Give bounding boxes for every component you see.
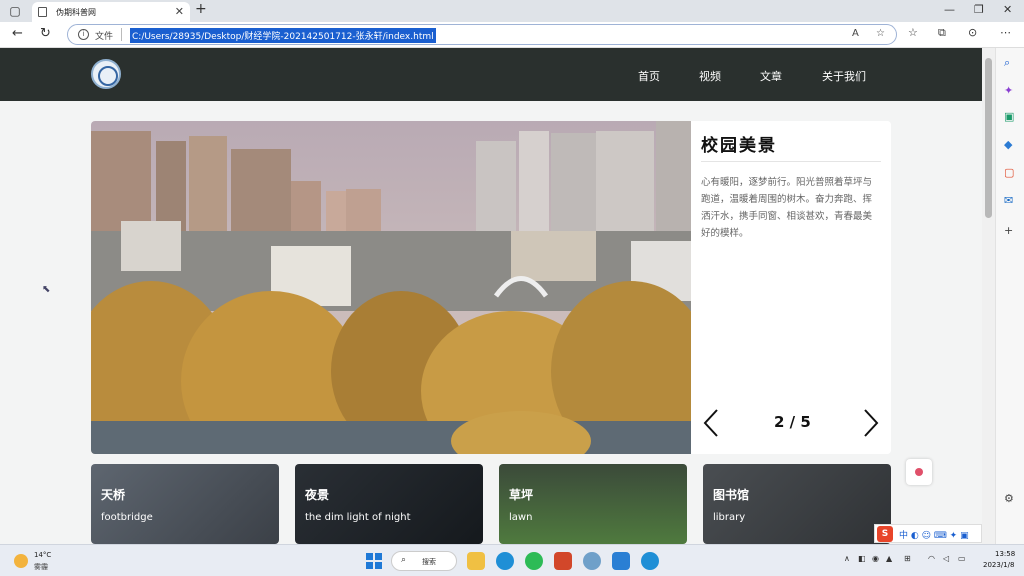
hero-info-panel: 校园美景 心有暖阳，逐梦前行。阳光普照着草坪与跑道，温暖着周围的树木。奋力奔跑、… <box>691 121 891 454</box>
read-aloud-icon[interactable]: A <box>852 28 859 39</box>
hero-carousel: 校园美景 心有暖阳，逐梦前行。阳光普照着草坪与跑道，温暖着周围的树木。奋力奔跑、… <box>91 121 891 454</box>
maximize-button[interactable]: ❐ <box>974 3 984 16</box>
web-page: 首页 视频 文章 关于我们 校园美景 心有暖阳，逐梦前行。阳光普照着草坪与跑道，… <box>0 48 982 544</box>
card-footbridge[interactable]: 天桥 footbridge <box>91 464 279 544</box>
favorite-star-icon[interactable]: ☆ <box>876 28 885 39</box>
url-field[interactable]: i 文件 C:/Users/28935/Desktop/财经学院-2021425… <box>67 24 897 45</box>
card-image <box>499 464 687 544</box>
tools-icon[interactable]: ▣ <box>1004 110 1014 123</box>
wifi-icon[interactable]: ◠ <box>928 554 935 563</box>
card-lawn[interactable]: 草坪 lawn <box>499 464 687 544</box>
show-hidden-icon[interactable]: ∧ <box>844 554 850 563</box>
taskbar-search[interactable]: ⌕ 搜索 <box>391 551 457 571</box>
powerpoint-icon[interactable] <box>554 552 572 570</box>
search-icon: ⌕ <box>401 555 407 565</box>
info-icon[interactable]: i <box>78 29 89 40</box>
mouse-cursor-icon: ⬉ <box>42 284 51 295</box>
close-window-button[interactable]: ✕ <box>1003 3 1012 16</box>
sogou-icon: S <box>877 526 893 542</box>
title-divider <box>701 161 881 162</box>
page-icon <box>38 7 47 17</box>
nav-about[interactable]: 关于我们 <box>822 68 866 84</box>
sidebar-settings-icon[interactable]: ⚙ <box>1004 492 1014 505</box>
nav-video[interactable]: 视频 <box>699 68 721 84</box>
battery-icon[interactable]: ▭ <box>958 554 966 563</box>
collections-icon[interactable]: ⧉ <box>938 26 946 40</box>
address-bar: ← ↻ i 文件 C:/Users/28935/Desktop/财经学院-202… <box>0 22 1024 48</box>
record-button[interactable] <box>906 459 932 485</box>
outlook-icon[interactable]: ✉ <box>1004 194 1013 207</box>
card-subtitle: footbridge <box>101 512 153 523</box>
games-icon[interactable]: ◆ <box>1004 138 1012 151</box>
tray-app-icon[interactable]: ◧ <box>858 554 866 563</box>
new-tab-button[interactable]: + <box>195 1 207 17</box>
hero-description: 心有暖阳，逐梦前行。阳光普照着草坪与跑道，温暖着周围的树木。奋力奔跑、挥洒汗水，… <box>701 177 873 239</box>
next-arrow-icon[interactable] <box>861 408 881 438</box>
refresh-icon[interactable]: ↻ <box>40 26 51 41</box>
card-title: 草坪 <box>509 488 534 502</box>
slide-counter: 2 / 5 <box>774 413 811 431</box>
file-explorer-icon[interactable] <box>467 552 485 570</box>
clock-date[interactable]: 2023/1/8 <box>983 561 1014 569</box>
back-icon[interactable]: ← <box>12 26 23 41</box>
scroll-thumb[interactable] <box>985 58 992 218</box>
clock-time[interactable]: 13:58 <box>995 550 1015 558</box>
card-title: 天桥 <box>101 488 126 502</box>
url-scheme-label: 文件 <box>95 32 114 42</box>
search-label: 搜索 <box>422 558 436 566</box>
nav-home[interactable]: 首页 <box>638 68 660 84</box>
tab-actions-icon[interactable]: ▢ <box>6 2 24 20</box>
site-header: 首页 视频 文章 关于我们 <box>0 48 982 101</box>
more-menu-icon[interactable]: ⋯ <box>1000 26 1011 39</box>
card-subtitle: the dim light of night <box>305 512 411 523</box>
campus-photo <box>91 121 691 454</box>
tray-app-icon[interactable]: ▲ <box>886 554 892 563</box>
search-icon[interactable]: ⌕ <box>1004 56 1010 70</box>
extensions-icon[interactable]: ⊙ <box>968 26 977 39</box>
card-image <box>295 464 483 544</box>
tab-title: 伪期科普网 <box>56 8 96 17</box>
card-row: 天桥 footbridge 夜景 the dim light of night … <box>91 464 891 544</box>
discover-icon[interactable]: ✦ <box>1004 84 1013 97</box>
minimize-button[interactable]: — <box>944 3 955 16</box>
windows-taskbar: 14°C 雾霾 ⌕ 搜索 ∧ ◧ ◉ ▲ ⊞ ◠ ◁ ▭ 13:58 2023/… <box>0 544 1024 576</box>
card-night[interactable]: 夜景 the dim light of night <box>295 464 483 544</box>
close-tab-icon[interactable]: ✕ <box>175 5 184 18</box>
card-title: 图书馆 <box>713 488 750 502</box>
start-button[interactable] <box>366 553 382 569</box>
hero-title: 校园美景 <box>701 136 777 156</box>
app-icon[interactable] <box>583 552 601 570</box>
page-scrollbar[interactable] <box>982 48 995 544</box>
edge-icon[interactable] <box>496 552 514 570</box>
tray-app-icon[interactable]: ◉ <box>872 554 879 563</box>
school-logo[interactable] <box>91 59 121 89</box>
url-text[interactable]: C:/Users/28935/Desktop/财经学院-202142501712… <box>130 28 436 43</box>
card-image <box>91 464 279 544</box>
add-icon[interactable]: + <box>1004 224 1013 237</box>
url-divider <box>121 28 122 41</box>
card-title: 夜景 <box>305 488 330 502</box>
edge-sidebar: ⌕ ✦ ▣ ◆ ▢ ✉ + ⚙ <box>995 48 1024 544</box>
prev-arrow-icon[interactable] <box>701 408 721 438</box>
input-method-bar[interactable]: S 中 ◐ ☺ ⌨ ✦ ▣ <box>874 524 982 543</box>
card-subtitle: library <box>713 512 746 523</box>
tray-app-icon[interactable]: ⊞ <box>904 554 911 563</box>
vscode-icon[interactable] <box>612 552 630 570</box>
edge-active-icon[interactable] <box>641 552 659 570</box>
ime-tools[interactable]: 中 ◐ ☺ ⌨ ✦ ▣ <box>899 528 969 541</box>
browser-tab[interactable]: 伪期科普网 ✕ <box>32 2 190 22</box>
wechat-icon[interactable] <box>525 552 543 570</box>
favorites-icon[interactable]: ☆ <box>908 26 918 39</box>
weather-icon[interactable] <box>14 554 28 568</box>
browser-tab-bar: ▢ 伪期科普网 ✕ + — ❐ ✕ <box>0 0 1024 22</box>
weather-desc: 雾霾 <box>34 563 48 571</box>
volume-icon[interactable]: ◁ <box>943 554 949 563</box>
nav-article[interactable]: 文章 <box>760 68 782 84</box>
weather-temp: 14°C <box>34 551 52 559</box>
card-image <box>703 464 891 544</box>
card-library[interactable]: 图书馆 library <box>703 464 891 544</box>
card-subtitle: lawn <box>509 512 533 523</box>
office-icon[interactable]: ▢ <box>1004 166 1014 179</box>
